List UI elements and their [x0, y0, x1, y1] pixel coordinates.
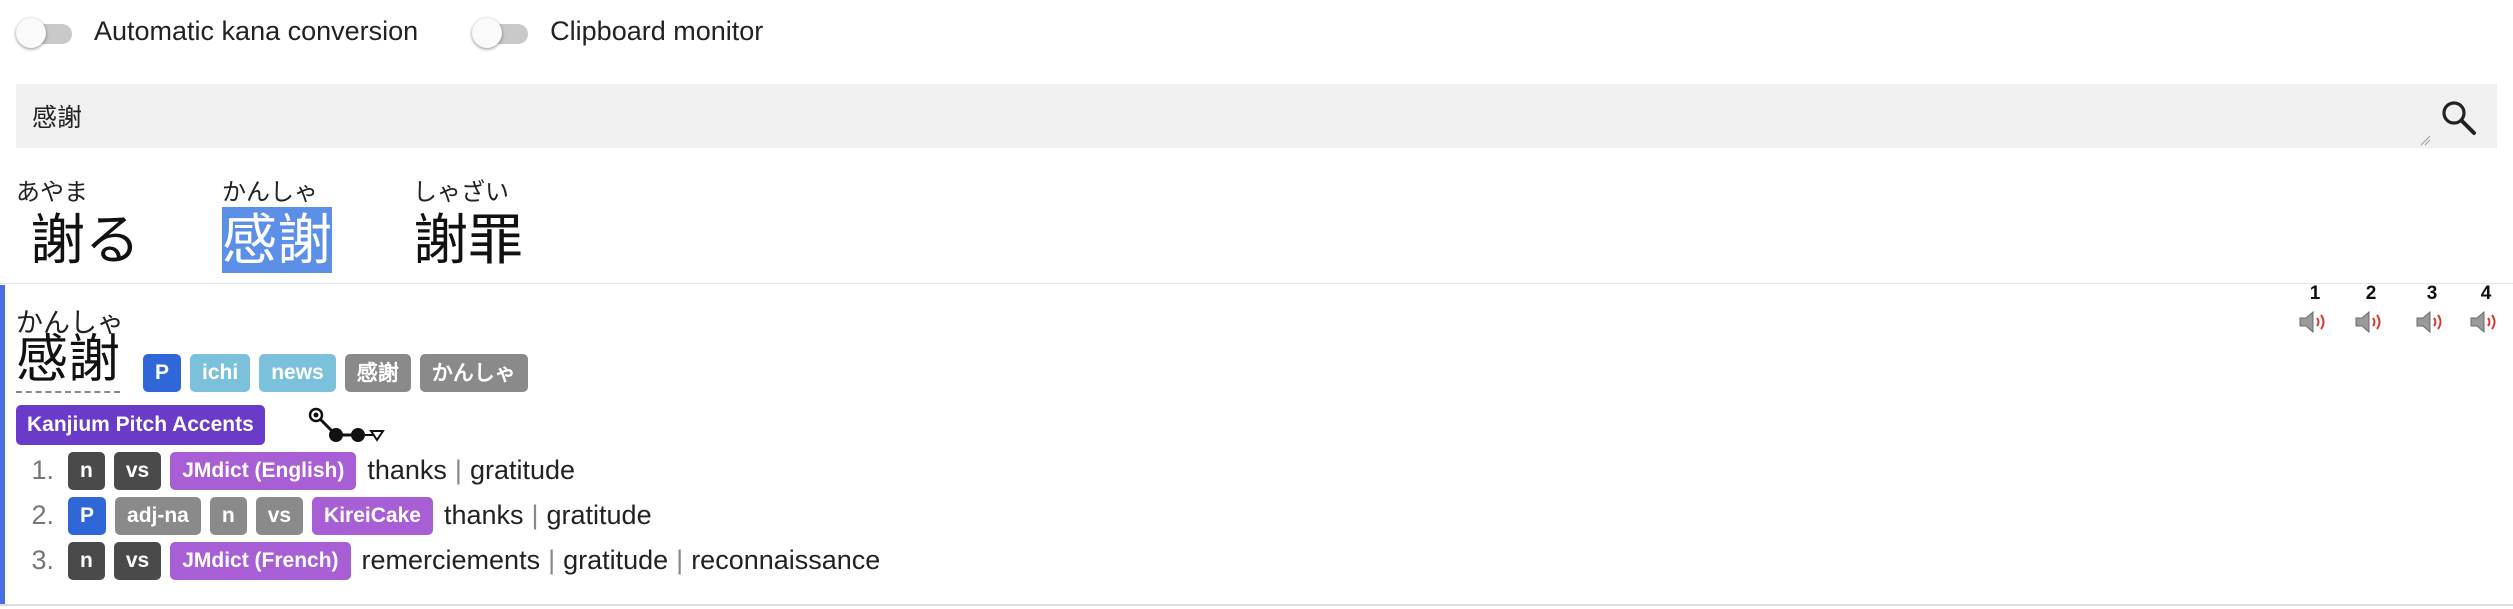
gloss: gratitude — [469, 455, 576, 485]
tag-dictionary-source[interactable]: JMdict (English) — [170, 451, 357, 490]
gloss: remerciements — [361, 545, 541, 575]
sense-number: 1. — [31, 455, 54, 485]
tag-kanji-form[interactable]: 感謝 — [344, 354, 411, 392]
gloss-separator: | — [454, 455, 462, 485]
suggestion-ayamaru[interactable]: あやま 謝る — [16, 172, 140, 273]
audio-number: 2 — [2365, 283, 2377, 304]
divider — [0, 283, 2513, 284]
tag-pos-vs[interactable]: vs — [113, 451, 162, 490]
pitch-accent-dictionary-tag[interactable]: Kanjium Pitch Accents — [16, 405, 265, 445]
gloss: gratitude — [546, 500, 652, 530]
gloss-list: thanks | gratitude — [367, 455, 575, 486]
tag-kana-form[interactable]: かんしゃ — [419, 354, 528, 392]
sense-item: 3. n vs JMdict (French) remerciements | gr… — [16, 538, 880, 583]
pitch-accent-graph-icon — [308, 407, 385, 442]
sense-list: 1. n vs JMdict (English) thanks | gratitud… — [16, 448, 880, 583]
clipboard-monitor-label: Clipboard monitor — [550, 16, 764, 46]
sense-number: 2. — [31, 500, 54, 530]
clipboard-monitor-toggle-group[interactable]: Clipboard monitor — [472, 16, 764, 48]
switch-thumb[interactable] — [472, 17, 503, 48]
tag-dictionary-source[interactable]: JMdict (French) — [170, 541, 351, 580]
audio-number: 1 — [2309, 283, 2321, 304]
resize-grip-icon[interactable] — [2419, 134, 2431, 146]
entry-accent-bar — [0, 285, 5, 604]
gloss-list: remerciements | gratitude | reconnaissance — [362, 545, 881, 576]
gloss-separator: | — [548, 545, 556, 575]
gloss-separator: | — [676, 545, 684, 575]
gloss: thanks — [367, 455, 447, 485]
entry-bottom-border — [0, 604, 2513, 606]
speaker-icon — [2355, 310, 2381, 334]
tag-pos-vs[interactable]: vs — [255, 496, 304, 535]
suggestion-word: 謝罪 — [413, 208, 524, 272]
audio-button-3[interactable]: 3 — [2415, 283, 2449, 335]
audio-button-1[interactable]: 1 — [2298, 283, 2332, 335]
search-icon[interactable] — [2439, 98, 2479, 138]
suggestion-reading: しゃざい — [413, 178, 509, 206]
audio-button-2[interactable]: 2 — [2354, 283, 2388, 335]
gloss: gratitude — [563, 545, 669, 575]
auto-kana-label: Automatic kana conversion — [94, 16, 419, 46]
tag-dictionary-source[interactable]: KireiCake — [312, 496, 433, 535]
auto-kana-toggle-group[interactable]: Automatic kana conversion — [16, 16, 419, 48]
suggestion-kansha[interactable]: かんしゃ 感謝 — [222, 172, 333, 273]
switch-thumb[interactable] — [16, 17, 46, 48]
gloss-list: thanks | gratitude — [444, 500, 652, 531]
speaker-icon — [2470, 310, 2496, 334]
audio-number: 4 — [2480, 283, 2492, 304]
audio-number: 3 — [2426, 283, 2438, 304]
search-box — [16, 84, 2497, 148]
tag-popular[interactable]: P — [143, 354, 182, 392]
tag-frequency-news[interactable]: news — [259, 354, 336, 392]
tag-pos-adj-na[interactable]: adj-na — [115, 496, 201, 535]
tag-frequency-ichi[interactable]: ichi — [190, 354, 251, 392]
gloss-separator: | — [531, 500, 539, 530]
options-bar: Automatic kana conversion Clipboard moni… — [16, 16, 817, 48]
tag-pos-noun[interactable]: n — [68, 451, 105, 490]
sense-item: 2. P adj-na n vs KireiCake thanks | gratit… — [16, 493, 880, 538]
tag-pos-noun[interactable]: n — [209, 496, 247, 535]
suggestion-word: 謝る — [30, 208, 141, 272]
sense-item: 1. n vs JMdict (English) thanks | gratitud… — [16, 448, 880, 493]
gloss: reconnaissance — [691, 545, 881, 575]
clipboard-monitor-switch[interactable] — [472, 17, 530, 48]
sense-number: 3. — [31, 545, 54, 575]
speaker-icon — [2299, 310, 2325, 334]
tag-popular[interactable]: P — [68, 496, 107, 535]
suggestion-shazai[interactable]: しゃざい 謝罪 — [413, 172, 523, 273]
entry-tags: P ichi news 感謝 かんしゃ — [143, 354, 537, 392]
suggestion-reading: あやま — [16, 178, 88, 206]
entry-headword[interactable]: 感謝 — [16, 329, 121, 393]
speaker-icon — [2416, 310, 2442, 334]
gloss: thanks — [443, 500, 524, 530]
suggestion-reading: かんしゃ — [222, 178, 318, 206]
tag-pos-noun[interactable]: n — [68, 541, 105, 580]
tag-pos-vs[interactable]: vs — [113, 541, 162, 580]
audio-button-4[interactable]: 4 — [2469, 283, 2503, 335]
dictionary-entry: かんしゃ 感謝 P ichi news 感謝 かんしゃ Kanjium Pitc… — [0, 285, 2513, 604]
auto-kana-switch[interactable] — [16, 17, 74, 48]
search-input[interactable] — [16, 84, 2428, 148]
suggestion-word: 感謝 — [222, 207, 333, 273]
